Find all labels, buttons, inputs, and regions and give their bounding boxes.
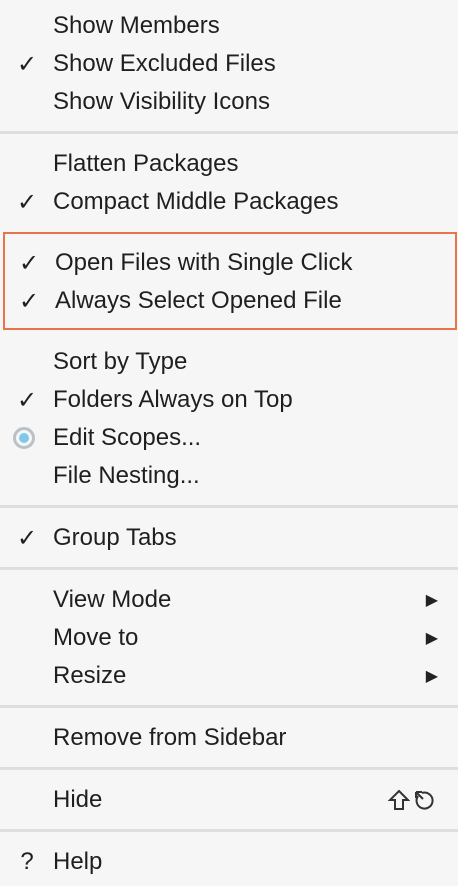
section-window: View Mode ▶ Move to ▶ Resize ▶ — [0, 581, 458, 695]
submenu-arrow-icon: ▶ — [425, 668, 438, 685]
label: Group Tabs — [53, 524, 177, 551]
help-icon: ? — [20, 848, 34, 875]
label: Sort by Type — [53, 348, 188, 375]
label: Help — [53, 848, 103, 875]
radio-selected-icon — [13, 427, 35, 449]
section-packages: Flatten Packages ✓ Compact Middle Package… — [0, 145, 458, 221]
highlight-box: ✓ Open Files with Single Click ✓ Always Se… — [3, 232, 457, 330]
menu-item-sort-by-type[interactable]: Sort by Type — [0, 343, 458, 381]
separator — [0, 557, 458, 581]
separator — [0, 757, 458, 781]
label: Resize — [53, 662, 127, 689]
check-icon: ✓ — [16, 188, 38, 216]
menu-item-help[interactable]: ? Help — [0, 843, 458, 881]
menu-item-file-nesting[interactable]: File Nesting... — [0, 457, 458, 495]
separator — [0, 495, 458, 519]
label: File Nesting... — [53, 462, 200, 489]
label: Open Files with Single Click — [55, 249, 353, 276]
context-menu: Show Members ✓ Show Excluded Files Show V… — [0, 0, 458, 881]
label: Show Visibility Icons — [53, 88, 270, 115]
label: Flatten Packages — [53, 150, 239, 177]
submenu-arrow-icon: ▶ — [425, 592, 438, 609]
menu-item-compact-middle-packages[interactable]: ✓ Compact Middle Packages — [0, 183, 458, 221]
menu-item-edit-scopes[interactable]: Edit Scopes... — [0, 419, 458, 457]
menu-item-hide[interactable]: Hide — [0, 781, 458, 819]
section-view-options: Show Members ✓ Show Excluded Files Show V… — [0, 7, 458, 121]
menu-item-group-tabs[interactable]: ✓ Group Tabs — [0, 519, 458, 557]
menu-item-remove-from-sidebar[interactable]: Remove from Sidebar — [0, 719, 458, 757]
shift-icon — [388, 789, 410, 810]
label: Move to — [53, 624, 139, 651]
label: Compact Middle Packages — [53, 188, 339, 215]
menu-item-flatten-packages[interactable]: Flatten Packages — [0, 145, 458, 183]
submenu-arrow-icon: ▶ — [425, 630, 438, 647]
label: Edit Scopes... — [53, 424, 202, 451]
label: Show Members — [53, 12, 220, 39]
check-icon: ✓ — [18, 249, 40, 277]
separator — [0, 695, 458, 719]
menu-item-open-files-single-click[interactable]: ✓ Open Files with Single Click — [5, 244, 455, 282]
check-icon: ✓ — [16, 50, 38, 78]
check-icon: ✓ — [16, 386, 38, 414]
menu-item-resize[interactable]: Resize ▶ — [0, 657, 458, 695]
separator — [0, 121, 458, 145]
section-sorting: Sort by Type ✓ Folders Always on Top Edit… — [0, 343, 458, 495]
menu-item-show-visibility-icons[interactable]: Show Visibility Icons — [0, 83, 458, 121]
menu-item-show-members[interactable]: Show Members — [0, 7, 458, 45]
check-icon: ✓ — [18, 287, 40, 315]
label: Folders Always on Top — [53, 386, 293, 413]
menu-item-show-excluded-files[interactable]: ✓ Show Excluded Files — [0, 45, 458, 83]
menu-item-view-mode[interactable]: View Mode ▶ — [0, 581, 458, 619]
label: View Mode — [53, 586, 172, 613]
label: Remove from Sidebar — [53, 724, 287, 751]
shortcut-shift-escape — [388, 788, 436, 812]
label: Hide — [53, 786, 103, 813]
menu-item-move-to[interactable]: Move to ▶ — [0, 619, 458, 657]
menu-item-folders-on-top[interactable]: ✓ Folders Always on Top — [0, 381, 458, 419]
escape-icon — [415, 791, 434, 810]
label: Show Excluded Files — [53, 50, 276, 77]
menu-item-always-select-opened-file[interactable]: ✓ Always Select Opened File — [5, 282, 455, 320]
label: Always Select Opened File — [55, 287, 342, 314]
separator — [0, 819, 458, 843]
check-icon: ✓ — [16, 524, 38, 552]
